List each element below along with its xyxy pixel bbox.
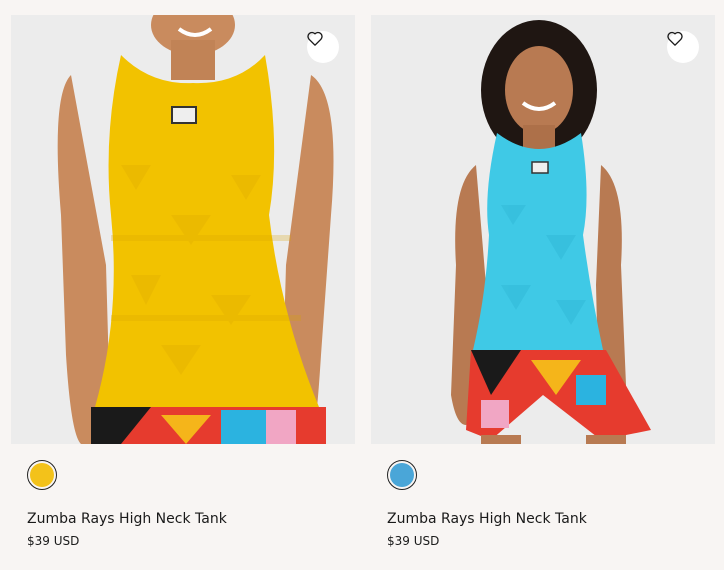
product-image[interactable]	[11, 15, 355, 444]
product-photo	[11, 15, 355, 444]
product-title[interactable]: Zumba Rays High Neck Tank	[27, 511, 227, 527]
product-image[interactable]	[371, 15, 715, 444]
swatch-fill	[30, 463, 54, 487]
wishlist-button[interactable]	[667, 31, 699, 63]
product-card[interactable]: Zumba Rays High Neck Tank $39 USD	[11, 15, 355, 548]
color-swatch[interactable]	[387, 460, 417, 490]
product-price: $39 USD	[27, 534, 80, 548]
product-card[interactable]: Zumba Rays High Neck Tank $39 USD	[371, 15, 715, 548]
product-photo	[371, 15, 715, 444]
wishlist-button[interactable]	[307, 31, 339, 63]
product-title[interactable]: Zumba Rays High Neck Tank	[387, 511, 587, 527]
swatch-fill	[390, 463, 414, 487]
color-swatch[interactable]	[27, 460, 57, 490]
product-price: $39 USD	[387, 534, 440, 548]
